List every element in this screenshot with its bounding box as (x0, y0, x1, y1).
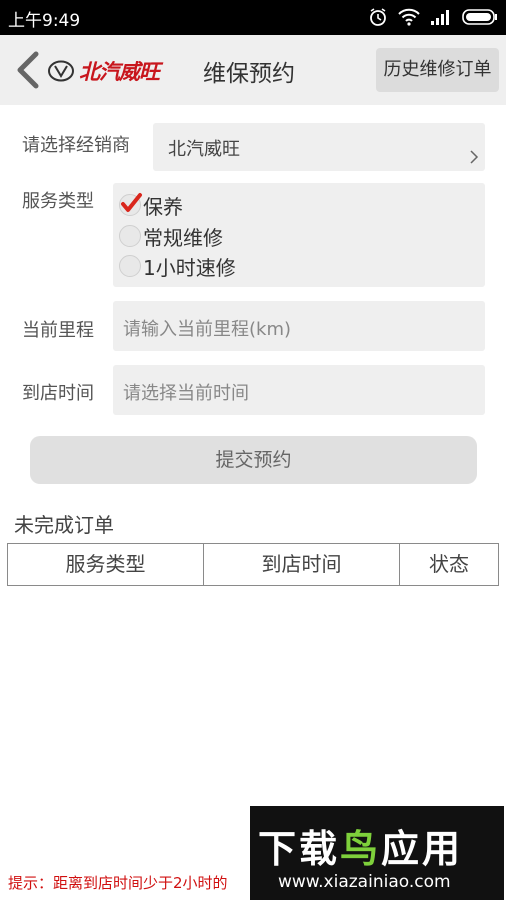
status-time: 上午9:49 (8, 11, 81, 31)
dealer-select[interactable]: 北汽威旺 (153, 123, 485, 171)
booking-hint: 提示：距离到店时间少于2小时的 (8, 874, 228, 892)
battery-icon (462, 9, 498, 29)
wifi-icon (398, 8, 420, 30)
radio-unchecked-icon (119, 225, 141, 247)
column-header-arrival-time: 到店时间 (204, 544, 400, 585)
app-header: 北汽威旺 维保预约 历史维修订单 (0, 35, 506, 105)
service-option-regular-repair[interactable]: 常规维修 (119, 221, 223, 251)
mileage-label: 当前里程 (22, 320, 94, 341)
watermark-text-part: 应用 (381, 827, 464, 871)
watermark-logo-text: 下载鸟应用 (258, 818, 463, 873)
alarm-icon (368, 7, 388, 31)
service-type-label: 服务类型 (22, 191, 94, 212)
watermark-text-part: 下载 (258, 827, 341, 871)
service-option-quick-repair[interactable]: 1小时速修 (119, 251, 236, 281)
dealer-label: 请选择经销商 (22, 135, 130, 156)
watermark-text-part: 鸟 (340, 827, 382, 871)
chevron-left-icon (17, 51, 39, 89)
dropdown-arrow-icon (470, 150, 479, 164)
signal-icon (430, 9, 452, 29)
site-watermark: 下载鸟应用 www.xiazainiao.com (250, 806, 504, 900)
arrival-time-placeholder: 请选择当前时间 (123, 383, 249, 404)
back-button[interactable] (14, 51, 42, 89)
dealer-value: 北汽威旺 (168, 139, 240, 160)
watermark-url: www.xiazainiao.com (278, 872, 451, 892)
status-icons (368, 7, 498, 31)
service-option-label: 保养 (143, 194, 183, 219)
pending-orders-table: 服务类型 到店时间 状态 (7, 543, 499, 586)
pending-orders-title: 未完成订单 (14, 513, 114, 537)
service-option-maintenance[interactable]: 保养 (119, 190, 183, 220)
service-option-label: 1小时速修 (143, 255, 236, 280)
service-type-group: 保养 常规维修 1小时速修 (113, 183, 485, 287)
radio-checked-icon (119, 193, 142, 216)
submit-booking-button[interactable]: 提交预约 (30, 436, 477, 484)
brand-logo: 北汽威旺 (48, 55, 160, 87)
brand-emblem-icon (48, 60, 74, 82)
column-header-service-type: 服务类型 (8, 544, 204, 585)
service-option-label: 常规维修 (143, 225, 223, 250)
brand-text: 北汽威旺 (79, 60, 160, 84)
arrival-time-label: 到店时间 (22, 383, 94, 404)
column-header-status: 状态 (429, 552, 469, 576)
status-bar: 上午9:49 (0, 0, 506, 35)
history-orders-button[interactable]: 历史维修订单 (376, 48, 499, 92)
mileage-input[interactable]: 请输入当前里程(km) (113, 301, 485, 351)
page-title: 维保预约 (203, 61, 295, 87)
mileage-placeholder: 请输入当前里程(km) (123, 319, 292, 340)
radio-unchecked-icon (119, 255, 141, 277)
arrival-time-picker[interactable]: 请选择当前时间 (113, 365, 485, 415)
